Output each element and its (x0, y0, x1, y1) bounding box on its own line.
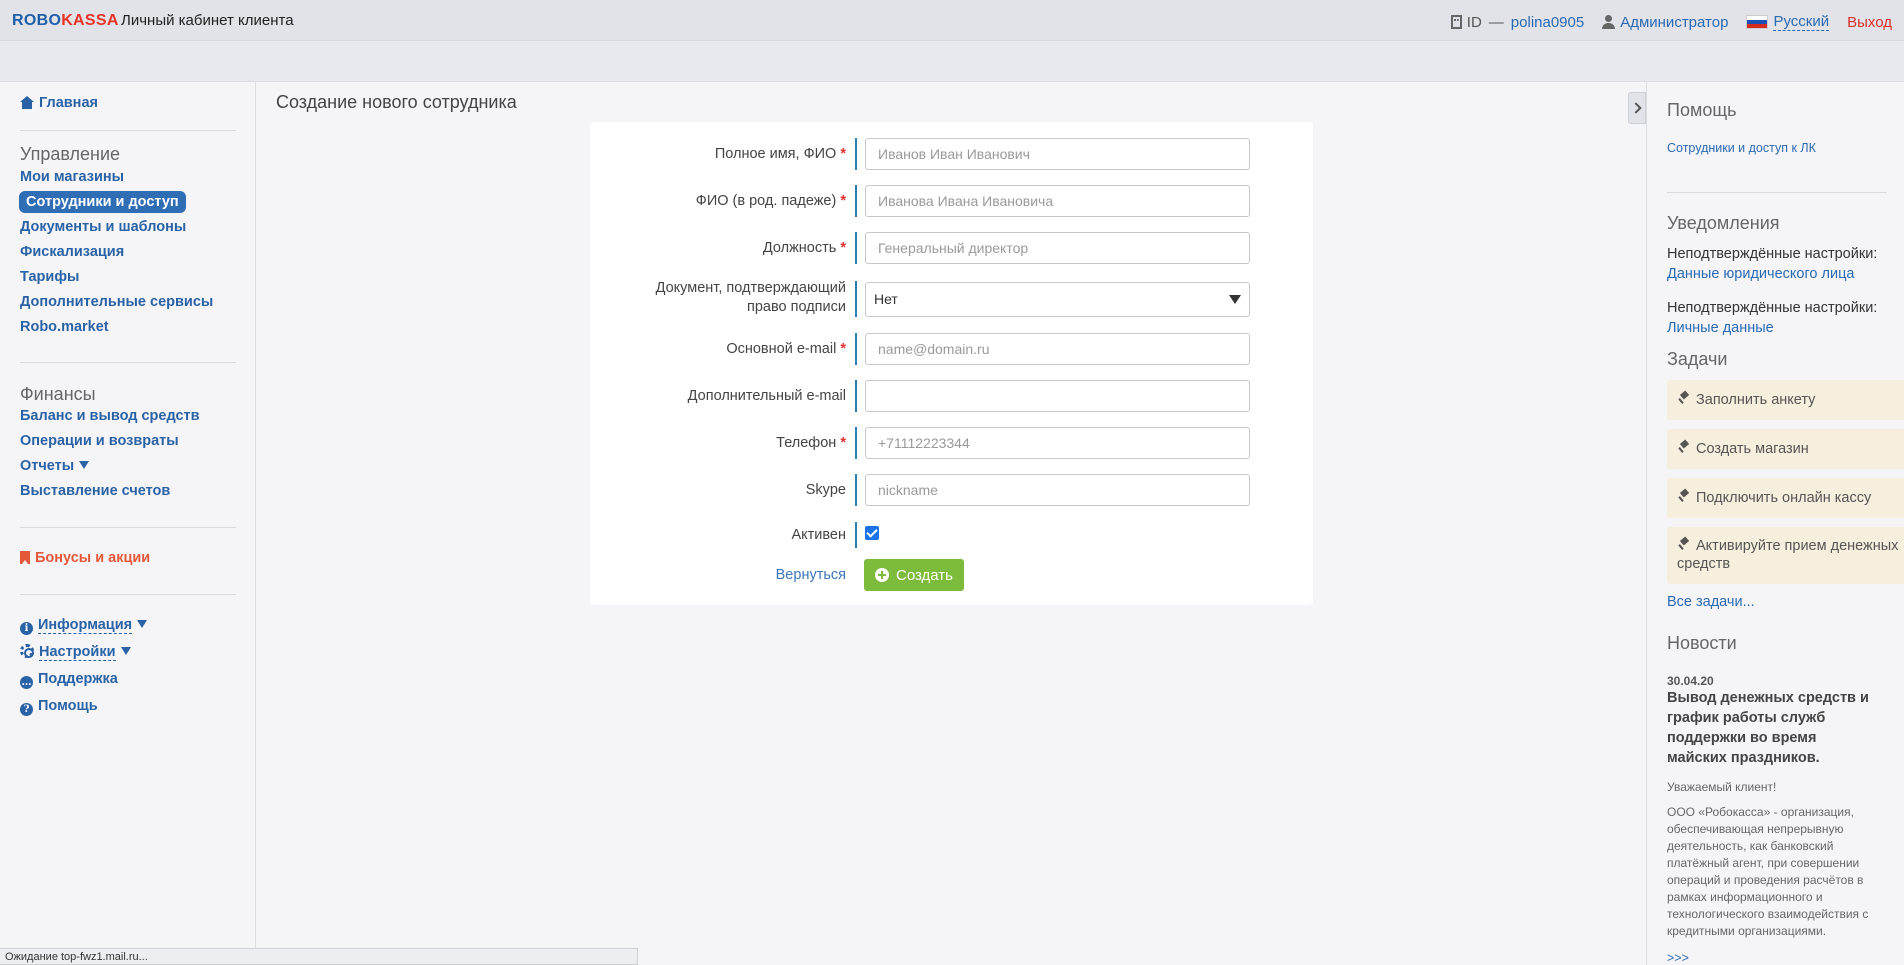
nav-robo-market[interactable]: Robo.market (20, 319, 109, 335)
phone-input[interactable] (865, 427, 1250, 459)
finance-heading: Финансы (20, 384, 96, 404)
active-checkbox[interactable] (865, 526, 879, 540)
nav-invoicing[interactable]: Выставление счетов (20, 483, 170, 499)
nav-tariffs[interactable]: Тарифы (20, 269, 79, 285)
divider (20, 527, 236, 528)
divider (20, 130, 236, 131)
nav-home[interactable]: Главная (20, 95, 98, 111)
nav-help[interactable]: ? Помощь (20, 698, 98, 716)
building-icon (1450, 15, 1462, 29)
nav-info[interactable]: i Информация (20, 617, 148, 635)
username-link[interactable]: polina0905 (1511, 14, 1584, 31)
language-link[interactable]: Русский (1773, 13, 1830, 31)
signing-document-label: Документ, подтверждающий право подписи (655, 280, 846, 315)
divider (20, 362, 236, 363)
employee-form: Полное имя, ФИО * ФИО (в род. падеже) * … (590, 122, 1313, 605)
nav-extra-services[interactable]: Дополнительные сервисы (20, 294, 213, 310)
create-button[interactable]: Создать (864, 559, 964, 591)
nav-balance[interactable]: Баланс и вывод средств (20, 408, 200, 424)
dropdown-arrow-icon (1229, 295, 1241, 304)
browser-status-bar: Ожидание top-fwz1.mail.ru... (0, 948, 638, 965)
chat-icon: … (20, 676, 33, 689)
role-link[interactable]: Администратор (1620, 14, 1728, 31)
active-label: Активен (791, 527, 846, 543)
nav-reports[interactable]: Отчеты (20, 458, 90, 474)
phone-label: Телефон * (776, 435, 846, 451)
nav-settings[interactable]: Настройки (20, 644, 131, 661)
nav-support[interactable]: … Поддержка (20, 671, 118, 689)
left-sidebar: Главная Управление Мои магазины Сотрудни… (0, 82, 256, 965)
all-tasks-link[interactable]: Все задачи... (1667, 594, 1755, 610)
email-input[interactable] (865, 333, 1250, 365)
tasks-heading: Задачи (1667, 349, 1728, 369)
help-heading: Помощь (1667, 100, 1737, 120)
logout-link[interactable]: Выход (1847, 14, 1892, 31)
skype-label: Skype (805, 482, 846, 498)
news-greeting: Уважаемый клиент! (1667, 780, 1777, 794)
divider (1667, 192, 1887, 193)
task-connect-cashbox[interactable]: Подключить онлайн кассу (1667, 478, 1904, 518)
task-activate-payments[interactable]: Активируйте прием денежных средств (1667, 527, 1904, 584)
management-heading: Управление (20, 144, 121, 164)
user-icon (1602, 15, 1616, 29)
position-input[interactable] (865, 232, 1250, 264)
nav-documents[interactable]: Документы и шаблоны (20, 219, 186, 235)
divider (20, 594, 236, 595)
info-icon: i (20, 622, 33, 635)
notice-personal-data-link[interactable]: Личные данные (1667, 320, 1774, 336)
right-panel: Помощь Сотрудники и доступ к ЛК Уведомле… (1646, 82, 1904, 965)
back-link[interactable]: Вернуться (776, 567, 846, 583)
question-icon: ? (20, 703, 33, 716)
pin-icon (1677, 490, 1691, 502)
header-user-menu: ID — polina0905 Администратор Русский Вы… (1450, 13, 1904, 31)
caret-down-icon (79, 461, 90, 469)
pin-icon (1677, 392, 1691, 404)
full-name-label: Полное имя, ФИО * (714, 146, 846, 162)
top-bar: ROBOKASSA Личный кабинет клиента ID — po… (0, 0, 1904, 41)
notice-legal-entity-link[interactable]: Данные юридического лица (1667, 266, 1854, 282)
notice-text: Неподтверждённые настройки: (1667, 246, 1878, 262)
help-staff-access-link[interactable]: Сотрудники и доступ к ЛК (1667, 141, 1816, 155)
full-name-input[interactable] (865, 138, 1250, 170)
news-date: 30.04.20 (1667, 674, 1714, 688)
russia-flag-icon (1746, 15, 1769, 29)
task-create-shop[interactable]: Создать магазин (1667, 429, 1904, 469)
robokassa-logo[interactable]: ROBOKASSA (12, 12, 119, 30)
extra-email-label: Дополнительный e-mail (687, 388, 846, 404)
cabinet-title: Личный кабинет клиента (121, 12, 294, 29)
nav-operations[interactable]: Операции и возвраты (20, 433, 179, 449)
caret-down-icon (120, 647, 131, 655)
news-more-link[interactable]: >>> (1667, 951, 1689, 965)
gear-icon (20, 644, 34, 658)
news-title[interactable]: Вывод денежных средств и график работы с… (1667, 688, 1877, 768)
role-menu[interactable]: Администратор (1602, 14, 1728, 31)
pin-icon (1677, 538, 1691, 550)
language-switch[interactable]: Русский (1746, 13, 1830, 31)
nav-bonuses[interactable]: Бонусы и акции (20, 550, 150, 566)
home-icon (20, 96, 34, 109)
nav-my-shops[interactable]: Мои магазины (20, 169, 124, 185)
skype-input[interactable] (865, 474, 1250, 506)
nav-fiscalization[interactable]: Фискализация (20, 244, 124, 260)
genitive-name-input[interactable] (865, 185, 1250, 217)
news-body: ООО «Робокасса» - организация, обеспечив… (1667, 805, 1869, 938)
task-fill-form[interactable]: Заполнить анкету (1667, 380, 1904, 420)
nav-staff-access[interactable]: Сотрудники и доступ (19, 191, 186, 213)
pin-icon (1677, 441, 1691, 453)
caret-down-icon (137, 620, 148, 628)
bookmark-icon (20, 551, 30, 564)
plus-circle-icon (874, 568, 889, 582)
page-title: Создание нового сотрудника (276, 92, 517, 112)
sub-header-bar (0, 41, 1904, 82)
notifications-heading: Уведомления (1667, 213, 1780, 233)
notice-text: Неподтверждённые настройки: (1667, 300, 1878, 316)
signing-document-select[interactable]: Нет (865, 282, 1250, 317)
position-label: Должность * (762, 240, 846, 256)
news-heading: Новости (1667, 633, 1737, 653)
email-label: Основной e-mail * (726, 341, 846, 357)
genitive-name-label: ФИО (в род. падеже) * (695, 193, 846, 209)
extra-email-input[interactable] (865, 380, 1250, 412)
collapse-panel-button[interactable] (1628, 92, 1646, 124)
account-id: ID — polina0905 (1450, 14, 1584, 31)
